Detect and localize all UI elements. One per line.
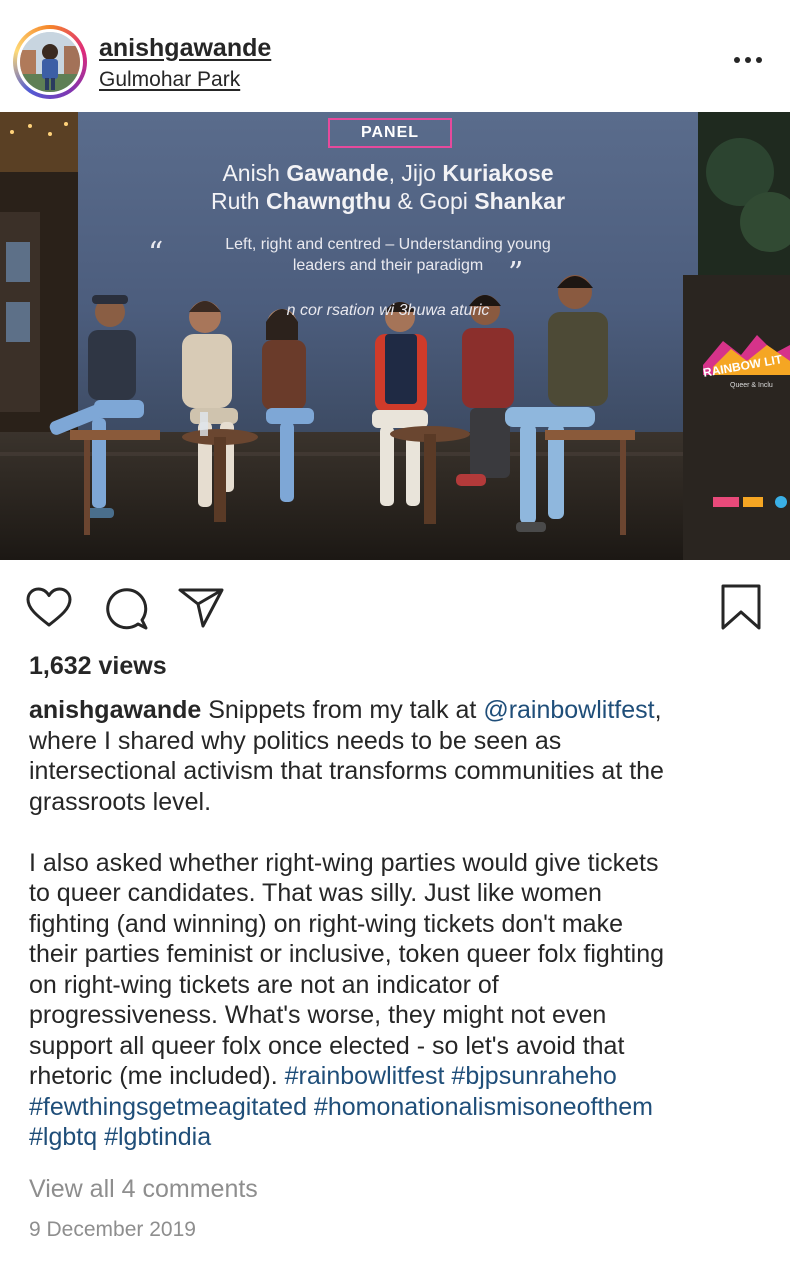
presentation-screen: PANEL Anish Gawande, Jijo Kuriakose Ruth…: [78, 112, 698, 442]
avatar-image: [20, 32, 80, 92]
avatar-photo: [20, 32, 80, 92]
hashtag-link[interactable]: #lgbtq: [29, 1123, 97, 1151]
banner-subtitle: Queer & Inclu: [730, 382, 773, 389]
hashtag-link[interactable]: #lgbtindia: [104, 1123, 211, 1151]
caption-text-1: Snippets from my talk at: [201, 696, 484, 724]
topic-line-1: Left, right and centred – Understanding …: [225, 236, 551, 253]
speakers-line-1: Anish Gawande, Jijo Kuriakose: [222, 160, 554, 186]
close-quote: ”: [508, 256, 524, 291]
avatar[interactable]: [13, 25, 87, 99]
avatar-border: [17, 29, 83, 95]
hashtag-link[interactable]: #fewthingsgetmeagitated: [29, 1093, 307, 1121]
post-date: 9 December 2019: [29, 1218, 196, 1241]
panel-tag: PANEL: [328, 118, 452, 148]
conversation-line: n cor rsation wi 3huwa aturic: [286, 302, 490, 319]
caption-text-2: , where I shared why politics needs to b…: [29, 696, 665, 1090]
post-location[interactable]: Gulmohar Park: [99, 68, 240, 92]
action-bar: [0, 580, 790, 640]
heart-icon[interactable]: [24, 584, 74, 634]
speakers-line-2: Ruth Chawngthu & Gopi Shankar: [210, 188, 566, 214]
paper-plane-icon[interactable]: [176, 584, 226, 634]
post-header: anishgawande Gulmohar Park: [0, 0, 790, 112]
comment-bubble-icon[interactable]: [102, 584, 152, 634]
caption-username[interactable]: anishgawande: [29, 696, 201, 724]
post-caption: anishgawande Snippets from my talk at @r…: [29, 695, 759, 1153]
bookmark-icon[interactable]: [716, 582, 766, 636]
post-video[interactable]: PANEL Anish Gawande, Jijo Kuriakose Ruth…: [0, 112, 790, 560]
rainbow-litfest-banner: [683, 275, 790, 560]
mention-link[interactable]: @rainbowlitfest: [483, 696, 654, 724]
more-options-icon[interactable]: [722, 44, 772, 74]
hashtag-link[interactable]: #rainbowlitfest: [285, 1062, 445, 1090]
hashtag-link[interactable]: #homonationalismisoneofthem: [314, 1093, 653, 1121]
post-username[interactable]: anishgawande: [99, 34, 271, 63]
view-count: 1,632 views: [29, 652, 167, 680]
topic-line-2: leaders and their paradigm: [292, 257, 484, 274]
view-all-comments-link[interactable]: View all 4 comments: [29, 1175, 258, 1204]
hashtag-link[interactable]: #bjpsunraheho: [451, 1062, 616, 1090]
